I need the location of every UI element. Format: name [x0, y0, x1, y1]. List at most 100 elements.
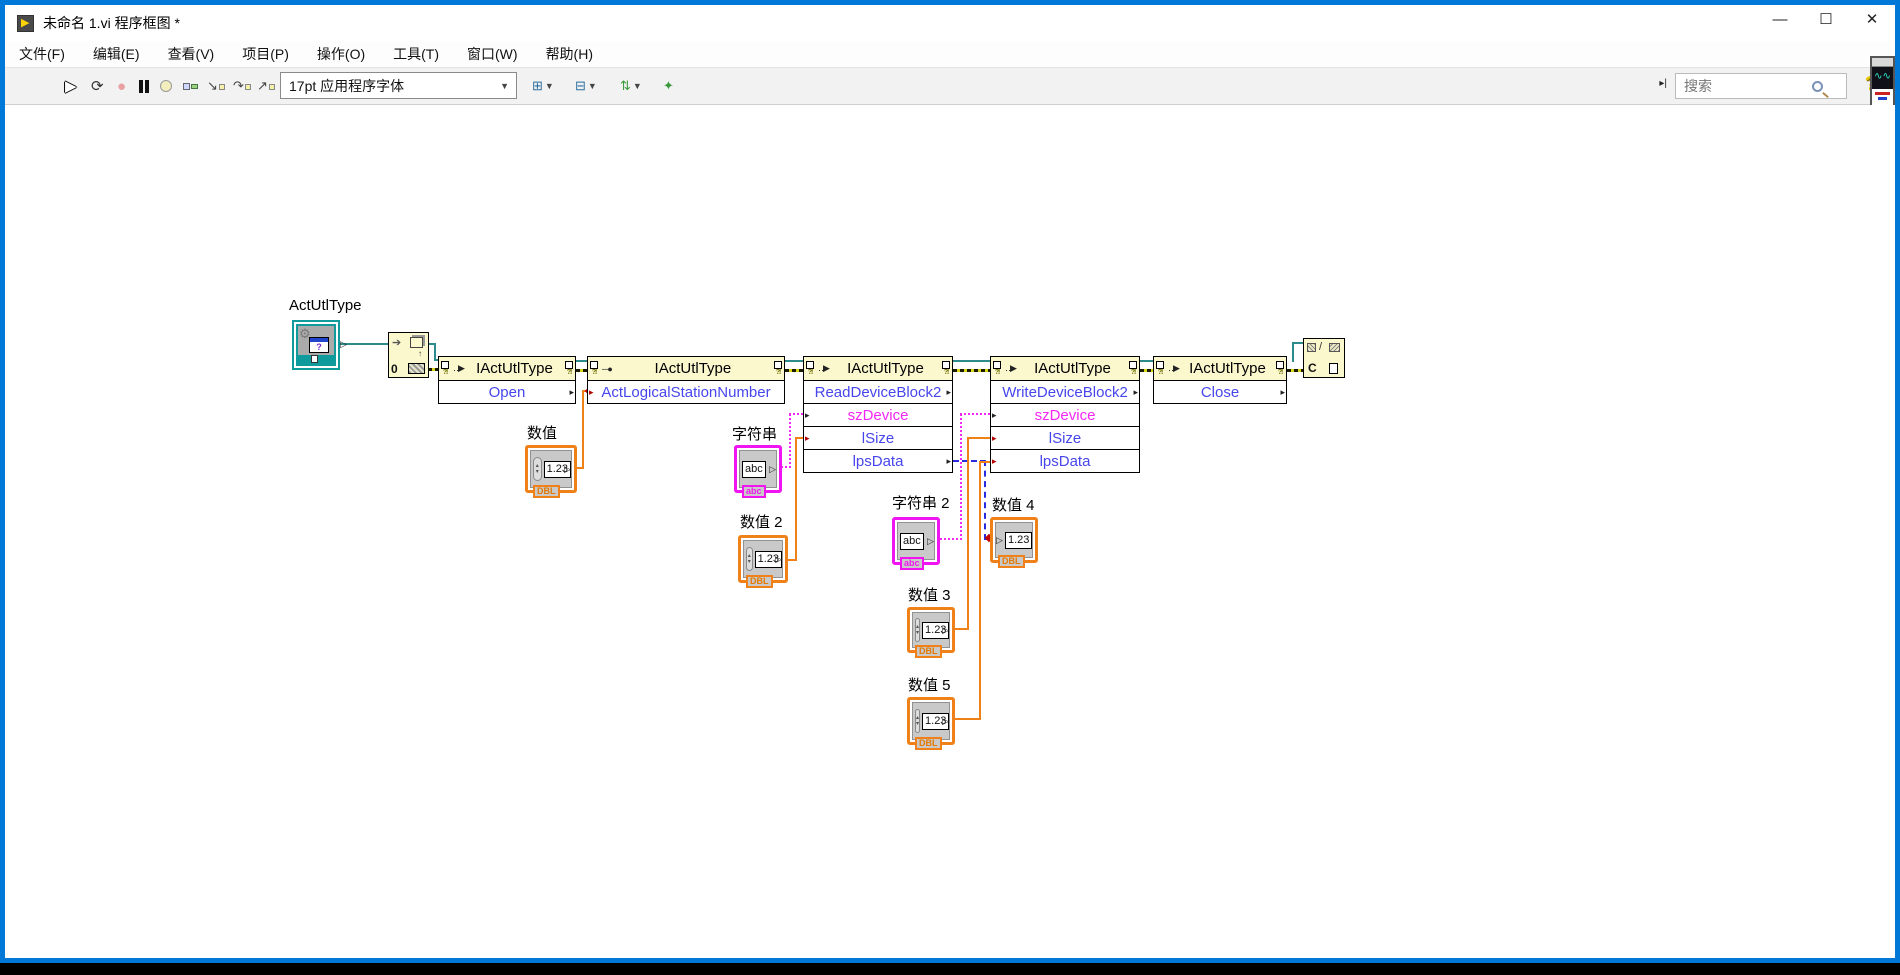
automation-refnum-control[interactable]: ⚙ ? ▷ — [292, 320, 340, 370]
wire-string[interactable] — [789, 414, 791, 468]
menu-window[interactable]: 窗口(W) — [453, 41, 532, 67]
align-objects-dropdown[interactable]: ⊞▼ — [532, 74, 554, 98]
close-reference-node[interactable]: / C — [1303, 338, 1345, 378]
method-row[interactable]: WriteDeviceBlock2 ▸ — [991, 380, 1139, 403]
node-class-name: IActUtlType — [614, 360, 772, 377]
wire-error[interactable] — [1287, 369, 1303, 372]
wire-string[interactable] — [960, 413, 990, 415]
property-node-station-number[interactable]: ?! ─● IActUtlType ?! ActLogicalStationNu… — [587, 356, 785, 404]
cleanup-icon: ✦ — [663, 78, 674, 94]
invoke-node-close[interactable]: ?! ‥▶ IActUtlType ?! Close ▸ — [1153, 356, 1287, 404]
indicator-label[interactable]: 数值 4 — [992, 494, 1035, 515]
wire-refnum[interactable] — [1140, 360, 1153, 362]
menu-tools[interactable]: 工具(T) — [379, 41, 453, 67]
wire-error[interactable] — [1140, 369, 1153, 372]
search-input[interactable] — [1676, 78, 1806, 94]
abort-button[interactable]: ● — [117, 74, 126, 98]
string-control-terminal[interactable]: abc ▷ abc — [734, 445, 782, 493]
property-row[interactable]: ActLogicalStationNumber ▸ — [588, 380, 784, 403]
menu-project[interactable]: 项目(P) — [228, 41, 303, 67]
wire-lpsdata[interactable] — [984, 460, 986, 540]
refnum-label[interactable]: ActUtlType — [289, 297, 362, 314]
cleanup-diagram-button[interactable]: ✦ — [663, 74, 676, 98]
vi-icon-panel[interactable]: ∿∿ — [1870, 56, 1895, 108]
close-button[interactable]: ✕ — [1849, 5, 1895, 35]
control-label[interactable]: 字符串 — [732, 423, 777, 444]
highlight-execution-button[interactable] — [160, 74, 172, 98]
param-row-lsize[interactable]: lSize ▸ — [804, 426, 952, 449]
numeric-control-terminal[interactable]: ▴▾ 1.23 ▷ DBL — [738, 535, 788, 583]
control-label[interactable]: 数值 — [527, 422, 557, 443]
wire-string[interactable] — [960, 414, 962, 540]
search-collapse-button[interactable]: ▸| — [1659, 78, 1667, 89]
menu-help[interactable]: 帮助(H) — [532, 41, 607, 67]
wire-numeric[interactable] — [979, 461, 990, 463]
wire-numeric[interactable] — [967, 438, 969, 630]
wire-numeric[interactable] — [795, 438, 797, 561]
run-button[interactable]: ▶ — [65, 74, 77, 98]
param-row-lpsdata[interactable]: lpsData ▸ — [804, 449, 952, 472]
wire-numeric[interactable] — [967, 437, 990, 439]
wire-numeric[interactable] — [582, 390, 584, 469]
wire-error[interactable] — [953, 369, 990, 372]
wire-numeric[interactable] — [979, 462, 981, 720]
block-diagram[interactable]: ActUtlType ⚙ ? ▷ ➔ 0 ↑ ?! ‥▶ — [5, 105, 1895, 958]
method-row[interactable]: Close ▸ — [1154, 380, 1286, 403]
numeric-indicator-terminal[interactable]: ▷ 1.23 DBL — [990, 517, 1038, 563]
wire-refnum[interactable] — [340, 343, 390, 345]
numeric-control-terminal[interactable]: ▴▾ 1.23 ▷ DBL — [525, 445, 577, 493]
wire-numeric[interactable] — [795, 437, 803, 439]
wire-refnum[interactable] — [1292, 342, 1294, 362]
numeric-value: 1.23 — [1005, 532, 1032, 549]
step-out-button[interactable]: ↗ — [257, 74, 275, 98]
string-control-terminal[interactable]: abc ▷ abc — [892, 517, 940, 565]
step-over-button[interactable]: ↷ — [233, 74, 251, 98]
minimize-button[interactable]: — — [1757, 5, 1803, 35]
refnum-output-pin: ▷ — [340, 339, 347, 350]
control-label[interactable]: 数值 2 — [740, 511, 783, 532]
method-row[interactable]: ReadDeviceBlock2 ▸ — [804, 380, 952, 403]
invoke-method-icon: ‥▶ — [1168, 363, 1179, 374]
increment-decrement[interactable]: ▴▾ — [533, 457, 542, 481]
wire-refnum[interactable] — [785, 360, 803, 362]
increment-decrement[interactable]: ▴▾ — [915, 709, 920, 733]
numeric-control-terminal[interactable]: ▴▾ 1.23 ▷ DBL — [907, 607, 955, 653]
pause-button[interactable] — [138, 74, 150, 98]
step-into-button[interactable]: ↘ — [207, 74, 225, 98]
menu-bar: 文件(F) 编辑(E) 查看(V) 项目(P) 操作(O) 工具(T) 窗口(W… — [5, 41, 1895, 68]
param-row-lpsdata[interactable]: lpsData ▸ — [991, 449, 1139, 472]
numeric-control-terminal[interactable]: ▴▾ 1.23 ▷ DBL — [907, 697, 955, 745]
control-label[interactable]: 数值 5 — [908, 674, 951, 695]
param-row-szdevice[interactable]: szDevice ▸ — [804, 403, 952, 426]
run-continuous-button[interactable]: ⟳ — [91, 74, 104, 98]
invoke-node-write-device-block[interactable]: ?! ‥▶ IActUtlType ?! WriteDeviceBlock2 ▸… — [990, 356, 1140, 473]
method-row[interactable]: Open ▸ — [439, 380, 575, 403]
wire-string[interactable] — [940, 538, 962, 540]
font-selector[interactable]: 17pt 应用程序字体 ▼ — [280, 72, 517, 99]
maximize-button[interactable]: ☐ — [1803, 5, 1849, 35]
retain-wire-values-button[interactable] — [183, 74, 198, 98]
wire-numeric[interactable] — [954, 718, 981, 720]
increment-decrement[interactable]: ▴▾ — [915, 618, 920, 642]
reorder-dropdown[interactable]: ⇅▼ — [620, 74, 642, 98]
search-icon[interactable] — [1812, 81, 1823, 92]
menu-operate[interactable]: 操作(O) — [303, 41, 379, 67]
invoke-node-read-device-block[interactable]: ?! ‥▶ IActUtlType ?! ReadDeviceBlock2 ▸ … — [803, 356, 953, 473]
menu-file[interactable]: 文件(F) — [5, 41, 79, 67]
menu-view[interactable]: 查看(V) — [154, 41, 229, 67]
wire-refnum[interactable] — [1292, 342, 1303, 344]
wire-string[interactable] — [789, 413, 803, 415]
property-node-icon: ─● — [602, 364, 612, 374]
invoke-node-open[interactable]: ?! ‥▶ IActUtlType ?! Open ▸ — [438, 356, 576, 404]
control-label[interactable]: 字符串 2 — [892, 492, 950, 513]
param-row-lsize[interactable]: lSize ▸ — [991, 426, 1139, 449]
refnum-terminal-icon: ?! — [991, 357, 1003, 380]
menu-edit[interactable]: 编辑(E) — [79, 41, 154, 67]
param-row-szdevice[interactable]: szDevice ▸ — [991, 403, 1139, 426]
wire-error[interactable] — [785, 369, 803, 372]
wire-refnum[interactable] — [953, 360, 990, 362]
increment-decrement[interactable]: ▴▾ — [746, 547, 753, 571]
distribute-objects-dropdown[interactable]: ⊟▼ — [575, 74, 597, 98]
automation-open-node[interactable]: ➔ 0 ↑ — [388, 332, 429, 378]
control-label[interactable]: 数值 3 — [908, 584, 951, 605]
